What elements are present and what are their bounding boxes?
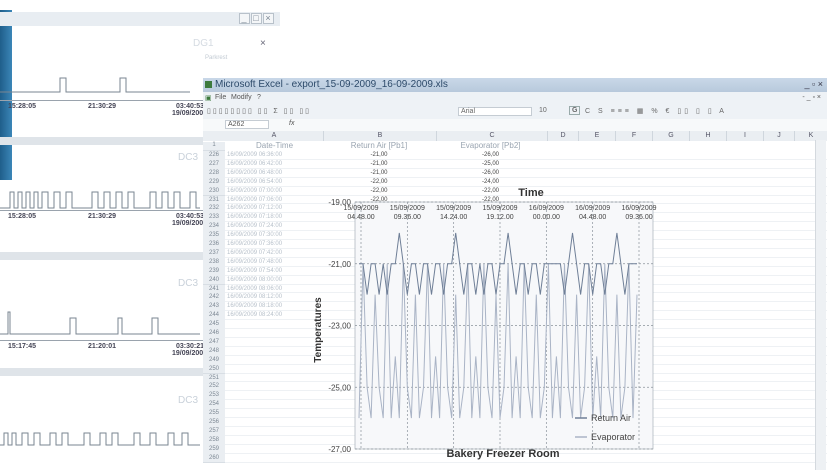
column-header-e[interactable]: E [579, 131, 616, 141]
column-header-b[interactable]: B [324, 131, 437, 141]
x-tick-label: 16/09/2009 [621, 205, 656, 212]
x-axis-label: Time [518, 187, 543, 199]
menu-help[interactable]: ? [257, 94, 261, 101]
formatting-icons[interactable]: C S ≡≡≡ ▦ % € ▯▯ ▯ ▯ A [585, 107, 727, 115]
column-header-a[interactable]: A [225, 131, 324, 141]
column-header-h[interactable]: H [690, 131, 727, 141]
bold-icon[interactable]: G [569, 106, 581, 115]
x-tick-label: 14.24.00 [440, 214, 467, 221]
close-icon[interactable]: × [263, 13, 274, 24]
excel-app-icon [205, 81, 212, 88]
close-panel-icon[interactable]: × [260, 38, 266, 49]
chart[interactable]: -19,00-21,00-23,00-25,00-27,00 15/09/200… [305, 180, 665, 465]
workbook-window-controls[interactable]: - _ ▫ × [802, 94, 821, 101]
time-axis-3: 15:17:45 21:20:01 03:30:21 19/09/2009 [0, 340, 225, 357]
x-tick-label: 04.48.00 [347, 214, 374, 221]
device-label: DC3 [178, 395, 199, 406]
device-label: DG1 [193, 38, 214, 49]
close-icon[interactable]: × [818, 79, 823, 89]
window-controls[interactable]: _ ▫ × [804, 79, 823, 89]
header-date-time[interactable]: Date-Time [227, 142, 322, 150]
x-tick-label: 09.36.00 [625, 214, 652, 221]
menu-file[interactable]: File [215, 94, 226, 101]
toolbar-icons[interactable]: ▯▯▯▯▯▯▯▯ ▯▯ Σ ▯▯ ▯▯ [207, 107, 311, 115]
header-evaporator[interactable]: Evaporator [Pb2] [438, 142, 543, 150]
side-caption: Parkrest [205, 55, 228, 61]
x-tick-label: 16/09/2009 [575, 205, 610, 212]
x-tick-label: 15/09/2009 [482, 205, 517, 212]
font-size-select[interactable]: 10 [539, 107, 547, 114]
workbook-icon: ▣ [205, 95, 212, 102]
menu-modify[interactable]: Modify [231, 94, 252, 101]
column-header-i[interactable]: I [727, 131, 764, 141]
legend-return-air: Return Air [591, 413, 631, 423]
x-tick-label: 09.36.00 [394, 214, 421, 221]
legend-evaporator: Evaporator [591, 432, 635, 442]
excel-titlebar: Microsoft Excel - export_15-09-2009_16-0… [203, 78, 827, 92]
x-tick-label: 15/09/2009 [390, 205, 425, 212]
minimize-icon[interactable]: _ [804, 79, 809, 89]
column-header-f[interactable]: F [616, 131, 653, 141]
device-label: DC3 [178, 278, 199, 289]
maximize-icon[interactable]: □ [251, 13, 262, 24]
select-all-corner[interactable] [203, 131, 226, 141]
background-window-titlebar: _ □ × [0, 12, 280, 26]
time-axis-1: 15:28:05 21:30:29 03:40:53 19/09/2009 [0, 100, 225, 117]
column-header-c[interactable]: C [437, 131, 548, 141]
toolbar: ▯▯▯▯▯▯▯▯ ▯▯ Σ ▯▯ ▯▯ Arial 10 G C S ≡≡≡ ▦… [203, 105, 827, 120]
header-return-air[interactable]: Return Air [Pb1] [323, 142, 435, 150]
y-tick-label: -21,00 [328, 260, 351, 269]
digital-trace-1 [0, 77, 190, 93]
row-number[interactable]: 260 [203, 453, 225, 464]
y-tick-label: -23,00 [328, 322, 351, 331]
y-tick-label: -27,00 [328, 445, 351, 454]
column-header-d[interactable]: D [548, 131, 579, 141]
digital-trace-2 [0, 191, 200, 209]
font-name-select[interactable]: Arial [458, 107, 532, 116]
y-axis-label: Temperatures [313, 297, 324, 363]
x-tick-label: 15/09/2009 [343, 205, 378, 212]
x-tick-label: 00.00.00 [533, 214, 560, 221]
excel-window-title: Microsoft Excel - export_15-09-2009_16-0… [215, 79, 448, 90]
minimize-icon[interactable]: _ [239, 13, 250, 24]
row-number[interactable]: 1 [203, 142, 225, 151]
x-tick-label: 15/09/2009 [436, 205, 471, 212]
digital-trace-4 [0, 432, 200, 446]
time-axis-2: 15:28:05 21:30:29 03:40:53 19/09/2009 [0, 210, 225, 227]
digital-trace-3 [0, 311, 200, 335]
column-header-j[interactable]: J [764, 131, 795, 141]
chart-title: Bakery Freezer Room [446, 448, 559, 460]
y-tick-label: -25,00 [328, 383, 351, 392]
window-controls[interactable]: _ □ × [238, 13, 274, 24]
column-header-g[interactable]: G [653, 131, 690, 141]
x-tick-label: 16/09/2009 [529, 205, 564, 212]
device-label: DC3 [178, 152, 199, 163]
vertical-scrollbar[interactable] [815, 140, 826, 470]
menu-bar: ▣ File Modify ? - _ ▫ × [203, 92, 827, 105]
function-icon[interactable]: fx [289, 120, 294, 127]
x-tick-label: 04.48.00 [579, 214, 606, 221]
maximize-icon[interactable]: ▫ [812, 79, 815, 89]
name-box[interactable]: A262 [225, 120, 269, 129]
x-tick-label: 19.12.00 [486, 214, 513, 221]
